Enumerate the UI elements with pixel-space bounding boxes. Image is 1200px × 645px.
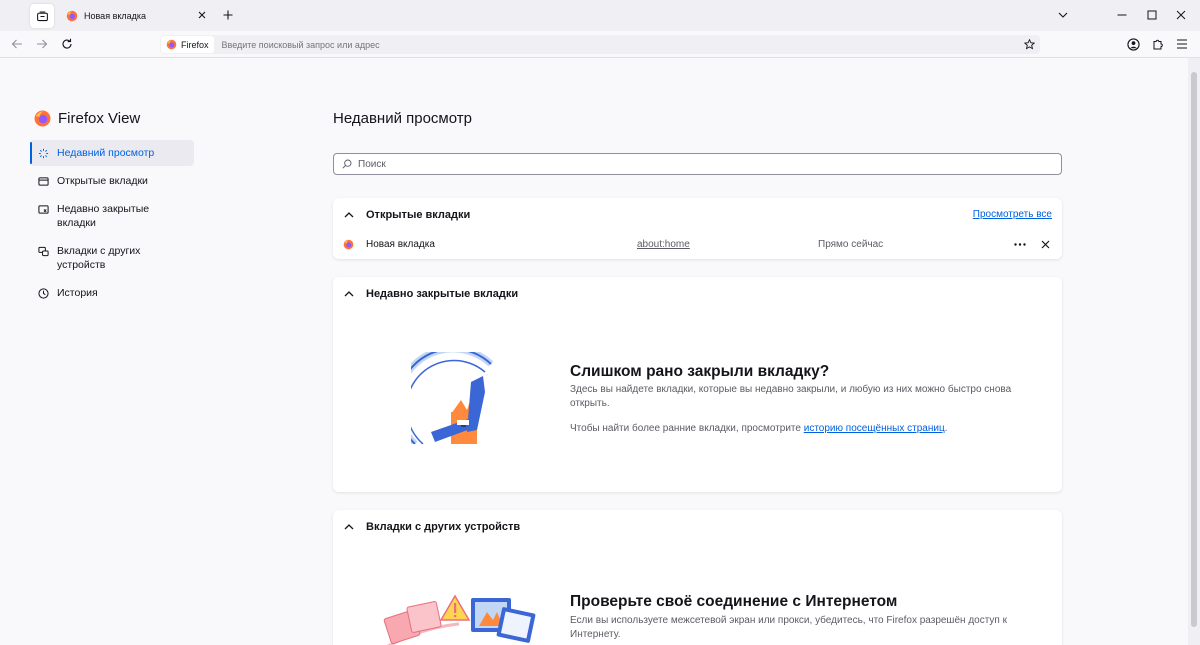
row-time: Прямо сейчас [818,238,884,250]
url-bar[interactable]: Firefox [160,35,1040,54]
row-url: about:home [637,238,690,250]
firefox-view-icon [36,11,48,21]
recently-closed-card: Недавно закрытые вкладки Слишком рано за… [333,277,1062,492]
forward-button[interactable] [34,36,50,52]
close-window-button[interactable] [1172,6,1190,24]
sidebar-item-label: Недавний просмотр [57,147,155,159]
close-icon [1176,10,1186,20]
firefox-logo-icon [34,110,51,127]
extensions-button[interactable] [1150,36,1166,52]
back-button[interactable] [9,36,25,52]
account-button[interactable] [1125,36,1141,52]
sidebar-item-label: История [57,287,98,299]
history-link[interactable]: историю посещённых страниц [804,423,945,434]
close-tab-row-button[interactable] [1038,238,1052,250]
reload-button[interactable] [59,36,75,52]
sidebar-item-recent-browsing[interactable]: Недавний просмотр [30,140,194,166]
list-item[interactable]: Новая вкладка about:home Прямо сейчас [343,237,1052,251]
page-title: Недавний просмотр [333,110,472,127]
chevron-up-icon [344,291,354,297]
puzzle-icon [1153,39,1163,50]
sidebar-item-label: Недавно закрытые вкладки [57,203,150,229]
maximize-button[interactable] [1143,6,1161,24]
closed-tabs-icon [38,205,49,214]
page-scrollbar[interactable] [1188,58,1200,645]
connection-error-illustration [383,594,536,645]
account-icon [1126,37,1140,51]
identity-label: Firefox [181,39,209,50]
empty-state-description: Если вы используете межсетевой экран или… [570,615,1007,640]
search-icon [342,159,352,169]
firefox-favicon-icon [343,239,354,249]
firefox-favicon-icon [66,10,78,21]
identity-box[interactable]: Firefox [161,36,214,53]
hint-suffix: . [944,423,948,434]
sidebar-item-label: Вкладки с других устройств [57,245,141,271]
close-icon [1041,240,1049,248]
more-options-button[interactable] [1013,238,1027,250]
empty-state-description: Здесь вы найдете вкладки, которые вы нед… [570,384,1012,409]
brand-name: Firefox View [58,110,141,127]
recent-browsing-icon [38,148,49,159]
sidebar-item-synced-tabs[interactable]: Вкладки с других устройств [30,238,194,278]
star-icon [1023,38,1035,50]
search-field[interactable] [333,153,1062,175]
card-title: Открытые вкладки [366,209,471,221]
minimize-button[interactable] [1113,6,1131,24]
open-tabs-icon [38,177,49,186]
card-title: Вкладки с других устройств [366,521,521,533]
history-icon [38,288,49,299]
arrow-left-icon [11,39,22,49]
recently-closed-card-header[interactable]: Недавно закрытые вкладки [343,288,518,300]
chevron-up-icon [344,212,354,218]
open-tabs-card: Открытые вкладки Просмотреть все Новая в… [333,198,1062,259]
tab-new-tab[interactable]: Новая вкладка [59,3,213,28]
empty-state-history-hint: Чтобы найти более ранние вкладки, просмо… [570,422,1040,436]
maximize-icon [1147,10,1157,20]
arrow-right-icon [37,39,48,49]
other-devices-card: Вкладки с других устройств Проверьте сво… [333,510,1062,645]
app-menu-button[interactable] [1174,36,1190,52]
search-input[interactable] [358,158,1048,170]
open-tabs-card-header[interactable]: Открытые вкладки [343,209,470,221]
tab-strip: Новая вкладка [0,0,1200,31]
brand-header: Firefox View [34,110,140,127]
recently-closed-illustration [411,352,494,444]
close-tab-button[interactable] [196,9,208,21]
synced-tabs-icon [38,246,49,257]
card-title: Недавно закрытые вкладки [366,288,519,300]
tab-title: Новая вкладка [84,10,147,21]
firefox-view-button[interactable] [30,4,54,28]
chevron-down-icon [1058,12,1068,18]
close-icon [198,11,206,19]
navigation-toolbar: Firefox [0,31,1200,58]
plus-icon [223,10,233,20]
firefox-logo-icon [166,39,177,50]
sidebar-item-label: Открытые вкладки [57,175,148,187]
scrollbar-thumb[interactable] [1191,72,1197,627]
more-horizontal-icon [1014,242,1026,246]
new-tab-button[interactable] [220,7,236,23]
sidebar-nav: Недавний просмотр Открытые вкладки Недав… [30,140,194,308]
minimize-icon [1117,14,1127,16]
url-input[interactable] [221,39,1012,50]
empty-state-heading: Проверьте своё соединение с Интернетом [570,593,898,610]
hint-prefix: Чтобы найти более ранние вкладки, просмо… [570,423,804,434]
sidebar-item-open-tabs[interactable]: Открытые вкладки [30,168,194,194]
empty-state-heading: Слишком рано закрыли вкладку? [570,363,830,380]
bookmark-star-button[interactable] [1022,37,1036,51]
row-title: Новая вкладка [366,238,435,250]
chevron-up-icon [344,524,354,530]
other-devices-card-header[interactable]: Вкладки с других устройств [343,521,520,533]
sidebar-item-history[interactable]: История [30,280,194,306]
view-all-link[interactable]: Просмотреть все [973,209,1052,220]
reload-icon [62,38,72,49]
firefox-view-page: Firefox View Недавний просмотр Открытые … [0,58,1200,645]
hamburger-menu-icon [1177,39,1187,49]
list-all-tabs-button[interactable] [1056,8,1070,22]
sidebar-item-recently-closed[interactable]: Недавно закрытые вкладки [30,196,194,236]
